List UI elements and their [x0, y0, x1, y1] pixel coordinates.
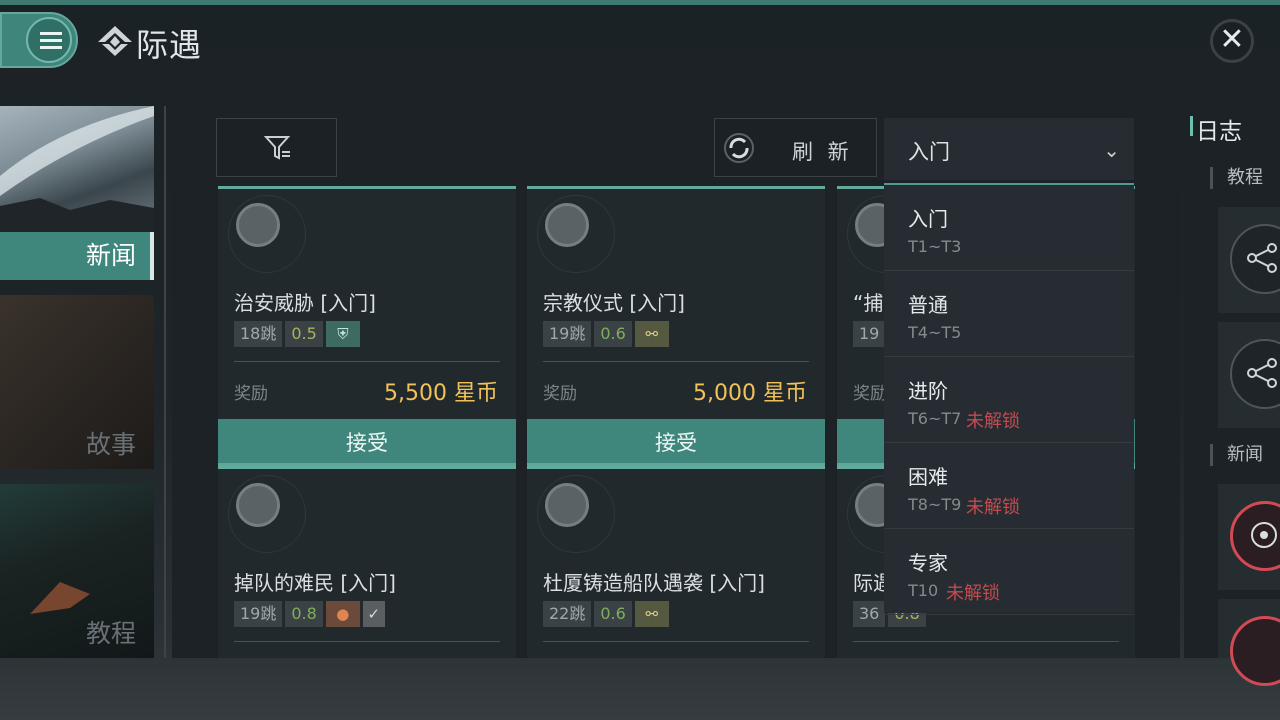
difficulty-tier: T6~T7	[908, 409, 962, 428]
difficulty-name: 普通	[908, 293, 948, 317]
mission-title: 治安威胁 [入门]	[234, 291, 376, 315]
log-entry[interactable]	[1218, 207, 1280, 313]
branch-icon	[1247, 243, 1277, 273]
mission-title: 杜厦铸造船队遇袭 [入门]	[543, 571, 765, 595]
page-title: 际遇	[136, 26, 203, 64]
menu-button[interactable]	[0, 12, 78, 68]
log-node	[1230, 616, 1280, 686]
locked-label: 未解锁	[946, 583, 1000, 604]
log-title-accent	[1190, 116, 1193, 136]
log-title: 日志	[1196, 119, 1242, 145]
ship-faction-icon: ⚯	[634, 601, 669, 627]
difficulty-name: 专家	[908, 551, 948, 575]
filter-button[interactable]	[216, 118, 337, 177]
sidebar-divider	[164, 106, 166, 658]
reward-label: 奖励	[234, 384, 268, 404]
difficulty-option-expert[interactable]: 专家 T10 未解锁	[884, 529, 1134, 615]
security-badge: 0.6	[594, 321, 632, 347]
difficulty-menu: 入门 T1~T3 普通 T4~T5 进阶 T6~T7 未解锁 困难 T8~T9 …	[884, 183, 1134, 615]
planet-faction-icon: ●	[325, 601, 360, 627]
difficulty-name: 入门	[908, 207, 948, 231]
mission-tags: 18跳 0.5 ⛨	[234, 321, 360, 347]
reward-value: 5,500 星币	[384, 381, 498, 406]
difficulty-selected: 入门	[908, 140, 950, 164]
jumps-badge: 22跳	[543, 601, 592, 627]
card-divider	[543, 641, 809, 642]
difficulty-option-hard[interactable]: 困难 T8~T9 未解锁	[884, 443, 1134, 529]
mission-tags: 19跳 0.6 ⚯	[543, 321, 669, 347]
difficulty-name: 困难	[908, 465, 948, 489]
difficulty-tier: T1~T3	[908, 237, 962, 256]
sidebar-item-label: 新闻	[85, 241, 136, 270]
mission-title: “捕	[853, 291, 884, 315]
difficulty-option-beginner[interactable]: 入门 T1~T3	[884, 185, 1134, 271]
card-divider	[234, 361, 500, 362]
refresh-icon	[724, 133, 754, 163]
sidebar-item-news[interactable]: 新闻	[0, 106, 154, 280]
difficulty-tier: T10	[908, 581, 939, 600]
close-button[interactable]: ✕	[1210, 19, 1254, 63]
chevron-down-icon: ⌄	[1103, 138, 1120, 162]
mission-card[interactable]: 杜厦铸造船队遇袭 [入门] 22跳 0.6 ⚯	[527, 466, 825, 658]
jumps-badge: 19	[853, 321, 886, 347]
mission-tags: 19	[853, 321, 886, 347]
difficulty-option-advanced[interactable]: 进阶 T6~T7 未解锁	[884, 357, 1134, 443]
card-divider	[853, 641, 1119, 642]
security-badge: 0.8	[285, 601, 323, 627]
mission-emblem-icon	[545, 203, 589, 247]
mission-tags: 19跳 0.8 ● ✓	[234, 601, 385, 627]
reward-value: 5,000 星币	[693, 381, 807, 406]
difficulty-dropdown[interactable]: 入门 ⌄	[884, 118, 1134, 180]
mission-emblem-icon	[236, 203, 280, 247]
target-icon	[1251, 522, 1277, 548]
refresh-button[interactable]: 刷 新	[714, 118, 877, 177]
sidebar-item-label: 教程	[85, 619, 136, 648]
filter-icon	[264, 136, 291, 160]
mission-card[interactable]: 宗教仪式 [入门] 19跳 0.6 ⚯ 奖励 5,000 星币 接受	[527, 186, 825, 468]
mission-emblem-icon	[545, 483, 589, 527]
log-entry[interactable]	[1218, 322, 1280, 428]
close-icon: ✕	[1219, 22, 1245, 57]
log-section-news: 新闻	[1210, 444, 1263, 466]
sidebar-item-story[interactable]: 故事	[0, 295, 154, 469]
reward-label: 奖励	[853, 384, 887, 404]
news-thumbnail	[0, 106, 154, 232]
security-badge: 0.5	[285, 321, 323, 347]
difficulty-tier: T8~T9	[908, 495, 962, 514]
mission-card[interactable]: 掉队的难民 [入门] 19跳 0.8 ● ✓	[218, 466, 516, 658]
hamburger-icon	[26, 17, 72, 63]
difficulty-name: 进阶	[908, 379, 948, 403]
mission-emblem-icon	[236, 483, 280, 527]
card-divider	[234, 641, 500, 642]
jumps-badge: 19跳	[543, 321, 592, 347]
shield-faction-icon: ⛨	[325, 321, 360, 347]
card-divider	[543, 361, 809, 362]
jumps-badge: 36	[853, 601, 886, 627]
reward-label: 奖励	[543, 384, 577, 404]
locked-label: 未解锁	[966, 497, 1020, 518]
log-section-tutorial: 教程	[1210, 167, 1263, 189]
check-icon: ✓	[362, 601, 385, 627]
mission-card[interactable]: 治安威胁 [入门] 18跳 0.5 ⛨ 奖励 5,500 星币 接受	[218, 186, 516, 468]
security-badge: 0.6	[594, 601, 632, 627]
mission-title: 宗教仪式 [入门]	[543, 291, 685, 315]
mission-tags: 22跳 0.6 ⚯	[543, 601, 669, 627]
log-entry[interactable]	[1218, 599, 1280, 686]
accept-button[interactable]: 接受	[218, 419, 516, 467]
difficulty-tier: T4~T5	[908, 323, 962, 342]
jumps-badge: 18跳	[234, 321, 283, 347]
refresh-label: 刷 新	[792, 140, 853, 164]
sidebar-item-label: 故事	[85, 430, 136, 459]
jumps-badge: 19跳	[234, 601, 283, 627]
mission-title: 掉队的难民 [入门]	[234, 571, 396, 595]
top-accent-line	[0, 0, 1280, 5]
log-entry[interactable]	[1218, 484, 1280, 590]
sidebar-item-tutorial[interactable]: 教程	[0, 484, 154, 658]
branch-icon	[1247, 358, 1277, 388]
locked-label: 未解锁	[966, 411, 1020, 432]
app-logo-icon	[98, 26, 132, 56]
accept-button[interactable]: 接受	[527, 419, 825, 467]
difficulty-option-normal[interactable]: 普通 T4~T5	[884, 271, 1134, 357]
ship-faction-icon: ⚯	[634, 321, 669, 347]
